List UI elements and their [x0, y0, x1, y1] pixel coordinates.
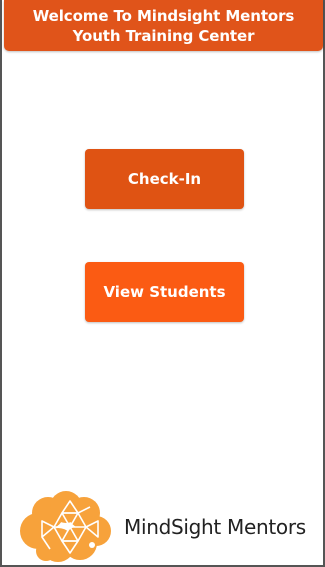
header-bar: Welcome To Mindsight Mentors Youth Train… [4, 0, 323, 51]
logo-wordmark: MindSight Mentors [124, 515, 306, 539]
app-screen: Welcome To Mindsight Mentors Youth Train… [0, 0, 325, 567]
page-title: Welcome To Mindsight Mentors Youth Train… [32, 6, 295, 45]
check-in-button[interactable]: Check-In [85, 149, 244, 209]
brand-logo: MindSight Mentors [18, 491, 318, 563]
brain-icon [20, 491, 111, 562]
view-students-button[interactable]: View Students [85, 262, 244, 322]
